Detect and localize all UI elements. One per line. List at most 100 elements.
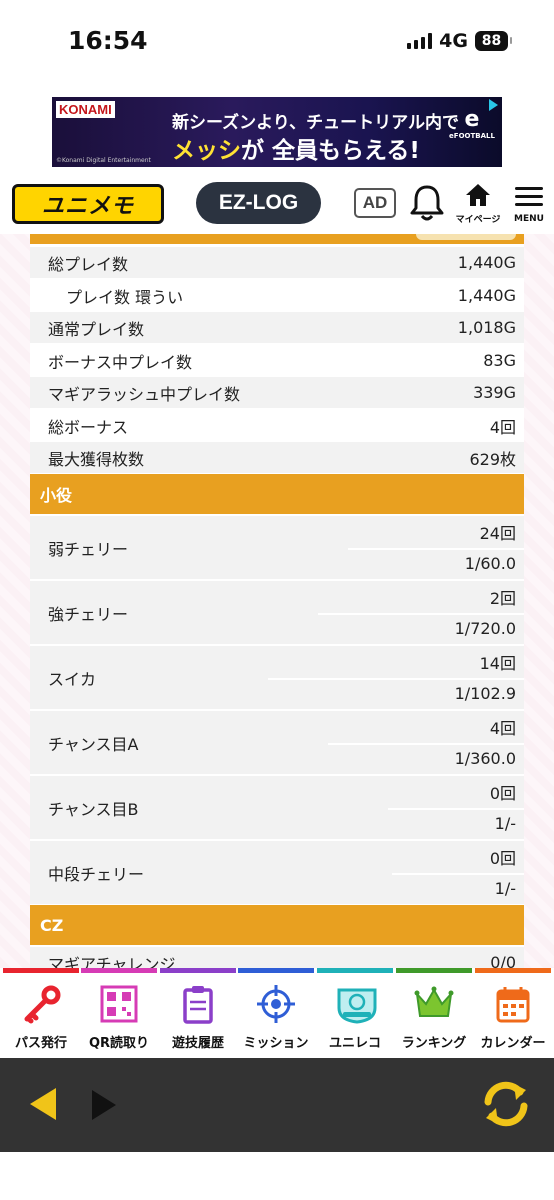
cz-label: マギアチャレンジ bbox=[48, 954, 176, 969]
nav-play-history[interactable]: 遊技履歴 bbox=[160, 968, 236, 1058]
target-icon bbox=[256, 984, 296, 1024]
stat-row-total-plays: 総プレイ数 1,440G bbox=[30, 247, 524, 278]
efootball-label: eFOOTBALL bbox=[449, 132, 495, 140]
stat-value: 1,440G bbox=[457, 286, 516, 305]
hamburger-icon bbox=[515, 187, 543, 206]
section-header-koyaku: 小役 bbox=[30, 474, 524, 514]
unimemo-logo[interactable]: ユニメモ bbox=[12, 184, 164, 224]
stat-value: 339G bbox=[473, 383, 516, 402]
efootball-logo: e eFOOTBALL bbox=[449, 107, 495, 140]
stat-value: 629枚 bbox=[469, 449, 516, 469]
nav-mission[interactable]: ミッション bbox=[238, 968, 314, 1058]
koyaku-label: 弱チェリー bbox=[48, 539, 129, 559]
home-indicator-area bbox=[0, 1152, 554, 1200]
nav-label: ミッション bbox=[243, 1036, 309, 1051]
stat-row-rush-plays: マギアラッシュ中プレイ数 339G bbox=[30, 377, 524, 408]
ezlog-button[interactable]: EZ-LOG bbox=[196, 182, 321, 224]
koyaku-count: 0回 bbox=[489, 783, 516, 803]
ad-banner[interactable]: KONAMI ©Konami Digital Entertainment 新シー… bbox=[52, 97, 502, 167]
ad-headline: 新シーズンより、チュートリアル内で bbox=[172, 113, 459, 133]
koyaku-row-chance-a: チャンス目A 4回 1/360.0 bbox=[30, 711, 524, 774]
data-panel: 総プレイ数 1,440G プレイ数 環うい 1,440G 通常プレイ数 1,01… bbox=[30, 234, 524, 968]
status-time: 16:54 bbox=[68, 26, 148, 55]
ad-brand-logo: KONAMI bbox=[56, 101, 115, 118]
koyaku-label: チャンス目A bbox=[48, 734, 139, 754]
signal-icon bbox=[407, 33, 433, 49]
clipboard-icon bbox=[178, 984, 218, 1024]
mypage-button[interactable]: マイページ bbox=[455, 182, 501, 230]
ad-button[interactable]: AD bbox=[354, 188, 396, 218]
koyaku-count: 4回 bbox=[489, 718, 516, 738]
stat-row-bonus-plays: ボーナス中プレイ数 83G bbox=[30, 345, 524, 376]
koyaku-label: 強チェリー bbox=[48, 604, 129, 624]
koyaku-rate: 1/- bbox=[494, 813, 516, 833]
koyaku-row-weak-cherry: 弱チェリー 24回 1/60.0 bbox=[30, 516, 524, 579]
forward-arrow-icon[interactable] bbox=[90, 1088, 118, 1126]
calendar-icon bbox=[493, 984, 533, 1024]
nav-qr-read[interactable]: QR読取り bbox=[81, 968, 157, 1058]
menu-label: MENU bbox=[514, 214, 544, 224]
koyaku-rate: 1/720.0 bbox=[454, 618, 516, 638]
nav-label: カレンダー bbox=[480, 1036, 546, 1051]
nav-label: 遊技履歴 bbox=[171, 1036, 224, 1051]
stat-label: 総ボーナス bbox=[48, 417, 129, 437]
status-right: 4G 88 bbox=[407, 30, 512, 52]
koyaku-row-strong-cherry: 強チェリー 2回 1/720.0 bbox=[30, 581, 524, 644]
nav-label: ユニレコ bbox=[328, 1036, 381, 1051]
battery-level: 88 bbox=[481, 33, 502, 49]
nav-label: QR読取り bbox=[88, 1036, 150, 1051]
site-header: ユニメモ EZ-LOG AD マイページ MENU bbox=[0, 174, 554, 234]
koyaku-count: 0回 bbox=[489, 848, 516, 868]
stat-label: 通常プレイ数 bbox=[48, 319, 145, 339]
bell-icon[interactable] bbox=[408, 182, 446, 222]
koyaku-label: チャンス目B bbox=[48, 799, 139, 819]
nav-calendar[interactable]: カレンダー bbox=[475, 968, 551, 1058]
koyaku-row-chance-b: チャンス目B 0回 1/- bbox=[30, 776, 524, 839]
home-icon bbox=[466, 184, 490, 206]
mypage-label: マイページ bbox=[455, 215, 501, 225]
koyaku-count: 2回 bbox=[489, 588, 516, 608]
koyaku-label: スイカ bbox=[48, 669, 97, 689]
koyaku-row-suika: スイカ 14回 1/102.9 bbox=[30, 646, 524, 709]
koyaku-rate: 1/- bbox=[494, 878, 516, 898]
crown-icon bbox=[414, 984, 454, 1024]
cz-value: 0/0 bbox=[490, 953, 516, 968]
nav-label: パス発行 bbox=[14, 1036, 67, 1051]
stat-value: 4回 bbox=[489, 417, 516, 437]
qr-icon bbox=[99, 984, 139, 1024]
koyaku-count: 24回 bbox=[479, 523, 516, 543]
nav-unireco[interactable]: ユニレコ bbox=[317, 968, 393, 1058]
stat-label: プレイ数 環うい bbox=[66, 287, 184, 307]
koyaku-rate: 1/360.0 bbox=[454, 748, 516, 768]
key-icon bbox=[21, 984, 61, 1024]
stat-value: 83G bbox=[483, 351, 516, 370]
network-type: 4G bbox=[439, 30, 468, 52]
koyaku-rate: 1/60.0 bbox=[464, 553, 516, 573]
koyaku-row-middle-cherry: 中段チェリー 0回 1/- bbox=[30, 841, 524, 904]
stat-row-max-medals: 最大獲得枚数 629枚 bbox=[30, 442, 524, 473]
battery-icon: 88 bbox=[475, 31, 512, 51]
unireco-icon bbox=[335, 984, 377, 1024]
stat-label: ボーナス中プレイ数 bbox=[48, 352, 193, 372]
section-header-cz: CZ bbox=[30, 905, 524, 945]
ad-highlight: メッシ bbox=[172, 138, 241, 164]
back-arrow-icon[interactable] bbox=[28, 1086, 58, 1126]
ad-subheadline: メッシが 全員もらえる! bbox=[172, 131, 420, 165]
bottom-nav: パス発行 QR読取り 遊技履歴 ミッション ユニレコ ランキング カレンダー bbox=[0, 968, 554, 1058]
status-bar: 16:54 4G 88 bbox=[0, 0, 554, 88]
reload-icon[interactable] bbox=[478, 1078, 534, 1134]
koyaku-count: 14回 bbox=[479, 653, 516, 673]
stat-label: マギアラッシュ中プレイ数 bbox=[48, 384, 241, 404]
koyaku-rate: 1/102.9 bbox=[454, 683, 516, 703]
nav-pass-issue[interactable]: パス発行 bbox=[3, 968, 79, 1058]
stat-row-total-bonus: 総ボーナス 4回 bbox=[30, 410, 524, 441]
stat-label: 総プレイ数 bbox=[48, 254, 129, 274]
browser-toolbar bbox=[0, 1058, 554, 1152]
menu-button[interactable]: MENU bbox=[510, 184, 548, 232]
ad-subheadline-text: が 全員もらえる! bbox=[241, 138, 420, 164]
stat-value: 1,018G bbox=[457, 318, 516, 337]
nav-ranking[interactable]: ランキング bbox=[396, 968, 472, 1058]
stat-label: 最大獲得枚数 bbox=[48, 449, 145, 469]
panel-top-button[interactable] bbox=[416, 234, 516, 240]
koyaku-label: 中段チェリー bbox=[48, 864, 145, 884]
